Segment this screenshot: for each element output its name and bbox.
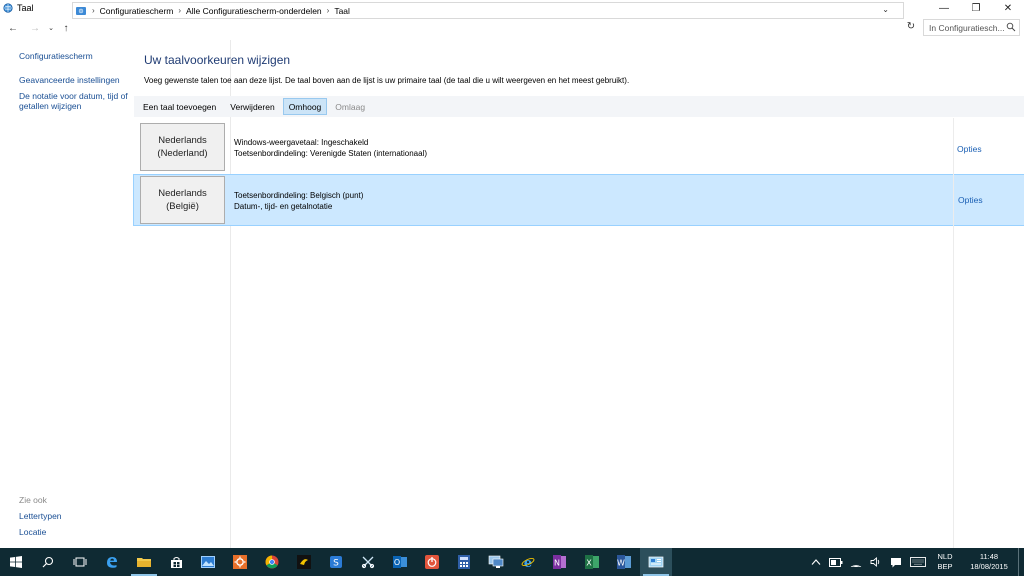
link-location[interactable]: Locatie	[19, 527, 46, 537]
onenote-icon[interactable]: N	[544, 548, 576, 576]
language-toolbar: Een taal toevoegen Verwijderen Omhoog Om…	[134, 96, 1024, 117]
remote-desktop-icon[interactable]	[480, 548, 512, 576]
display-language-status: Windows-weergavetaal: Ingeschakeld	[234, 138, 369, 147]
battery-icon[interactable]	[826, 548, 846, 576]
wifi-icon[interactable]	[846, 548, 866, 576]
outlook-icon[interactable]: O	[384, 548, 416, 576]
link-date-time-number-format[interactable]: De notatie voor datum, tijd of getallen …	[19, 91, 134, 111]
show-hidden-icons-chevron-icon[interactable]	[806, 548, 826, 576]
maximize-button[interactable]: ❐	[960, 0, 992, 16]
page-title: Uw taalvoorkeuren wijzigen	[144, 53, 291, 67]
svg-text:W: W	[617, 559, 625, 568]
language-row-dutch-netherlands[interactable]: Nederlands (Nederland) Windows-weergavet…	[134, 119, 1024, 171]
link-control-panel-home[interactable]: Configuratiescherm	[19, 51, 93, 61]
store-icon[interactable]	[160, 548, 192, 576]
add-language-button[interactable]: Een taal toevoegen	[137, 98, 222, 115]
input-language-keyboard: BEP	[937, 562, 953, 571]
language-details: Windows-weergavetaal: Ingeschakeld Toets…	[234, 137, 427, 159]
globe-icon	[3, 3, 13, 13]
back-arrow-icon[interactable]: ←	[6, 19, 20, 37]
language-row-dutch-belgium[interactable]: Nederlands (België) Toetsenbordindeling:…	[133, 174, 1024, 226]
keyboard-layout: Toetsenbordindeling: Verenigde Staten (i…	[234, 149, 428, 158]
breadcrumb-separator-icon: ›	[326, 6, 330, 15]
language-tile[interactable]: Nederlands (Nederland)	[140, 123, 225, 171]
snipping-tool-icon[interactable]	[352, 548, 384, 576]
clock-time: 11:48	[979, 552, 999, 561]
clock[interactable]: 11:48 18/08/2015	[964, 552, 1014, 572]
orange-app-icon[interactable]	[224, 548, 256, 576]
forward-arrow-icon[interactable]: →	[28, 19, 42, 37]
date-time-number-format: Datum-, tijd- en getalnotatie	[234, 202, 333, 211]
svg-text:X: X	[586, 559, 592, 568]
breadcrumb-separator-icon: ›	[178, 6, 182, 15]
language-region: (België)	[166, 201, 199, 212]
breadcrumb-all-items[interactable]: Alle Configuratiescherm-onderdelen	[186, 6, 322, 16]
page-description: Voeg gewenste talen toe aan deze lijst. …	[144, 76, 630, 85]
link-fonts[interactable]: Lettertypen	[19, 511, 62, 521]
language-name: Nederlands	[158, 188, 207, 199]
svg-text:N: N	[554, 559, 560, 568]
volume-icon[interactable]	[866, 548, 886, 576]
language-tile[interactable]: Nederlands (België)	[140, 176, 225, 224]
search-icon	[1006, 22, 1016, 32]
column-divider	[953, 118, 954, 548]
photos-app-icon[interactable]	[192, 548, 224, 576]
minimize-button[interactable]: —	[928, 0, 960, 16]
recent-locations-chevron-icon[interactable]: ⌄	[44, 19, 58, 37]
calculator-app-icon[interactable]	[448, 548, 480, 576]
svg-text:O: O	[394, 558, 400, 567]
input-language-primary: NLD	[937, 552, 953, 561]
address-toolbar: ← → ⌄ ↑	[0, 17, 1024, 39]
refresh-icon[interactable]: ↻	[904, 19, 918, 34]
link-advanced-settings[interactable]: Geavanceerde instellingen	[19, 75, 120, 85]
language-region: (Nederland)	[157, 148, 208, 159]
address-field[interactable]: › Configuratiescherm › Alle Configuratie…	[72, 2, 904, 19]
move-down-button[interactable]: Omlaag	[329, 98, 371, 115]
search-icon[interactable]	[32, 548, 64, 576]
options-link[interactable]: Opties	[958, 195, 983, 205]
search-placeholder: In Configuratiesch...	[929, 22, 1005, 33]
action-center-icon[interactable]	[886, 548, 906, 576]
internet-explorer-icon[interactable]: e	[512, 548, 544, 576]
up-arrow-icon[interactable]: ↑	[59, 19, 73, 37]
svg-text:S: S	[333, 559, 339, 569]
options-link[interactable]: Opties	[957, 144, 982, 154]
excel-icon[interactable]: X	[576, 548, 608, 576]
yellow-app-icon[interactable]	[288, 548, 320, 576]
close-button[interactable]: ✕	[992, 0, 1024, 16]
show-desktop-button[interactable]	[1018, 548, 1024, 576]
task-view-icon[interactable]	[64, 548, 96, 576]
window-title: Taal	[17, 3, 34, 13]
start-windows-icon[interactable]	[0, 548, 32, 576]
power-app-icon[interactable]	[416, 548, 448, 576]
edge-browser-icon[interactable]	[96, 548, 128, 576]
control-panel-icon	[76, 6, 86, 15]
chrome-icon[interactable]	[256, 548, 288, 576]
keyboard-layout: Toetsenbordindeling: Belgisch (punt)	[234, 191, 364, 200]
address-dropdown-chevron-icon[interactable]: ⌄	[882, 5, 889, 14]
breadcrumb-language[interactable]: Taal	[334, 6, 350, 16]
touch-keyboard-icon[interactable]	[906, 548, 930, 576]
system-tray: NLD BEP 11:48 18/08/2015	[806, 548, 1024, 576]
file-explorer-icon[interactable]	[128, 548, 160, 576]
language-details: Toetsenbordindeling: Belgisch (punt) Dat…	[234, 190, 363, 212]
skype-business-icon[interactable]: S	[320, 548, 352, 576]
control-panel-taskbar-icon[interactable]	[640, 548, 672, 576]
word-icon[interactable]: W	[608, 548, 640, 576]
main-content: Uw taalvoorkeuren wijzigen Voeg gewenste…	[133, 40, 1024, 548]
remove-language-button[interactable]: Verwijderen	[224, 98, 280, 115]
clock-date: 18/08/2015	[970, 562, 1008, 571]
input-language-indicator[interactable]: NLD BEP	[934, 552, 956, 572]
taskbar: S O e N X W NLD BEP 11:48 18/08/2015	[0, 548, 1024, 576]
breadcrumb-control-panel[interactable]: Configuratiescherm	[100, 6, 174, 16]
search-input[interactable]: In Configuratiesch...	[923, 19, 1020, 36]
move-up-button[interactable]: Omhoog	[282, 98, 328, 115]
language-name: Nederlands	[158, 135, 207, 146]
see-also-heading: Zie ook	[19, 495, 47, 505]
breadcrumb-separator-icon: ›	[92, 6, 95, 15]
